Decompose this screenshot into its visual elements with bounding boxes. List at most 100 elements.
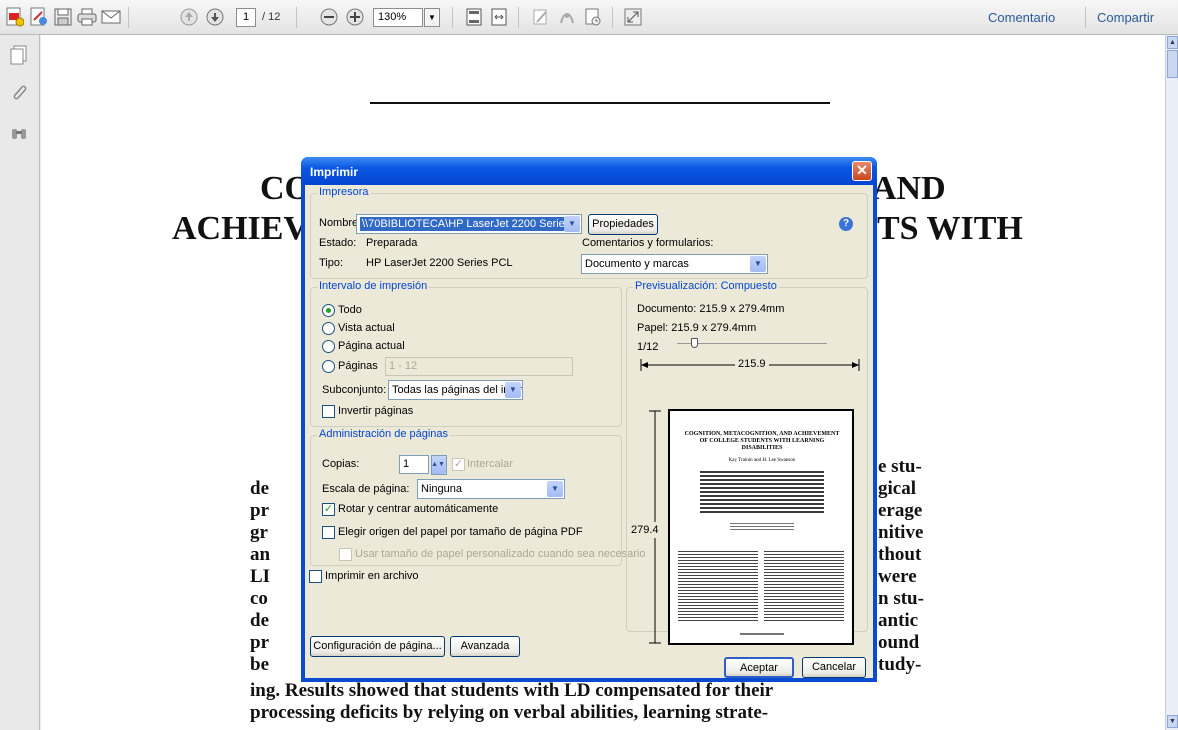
- body-text-fragment: co: [250, 588, 268, 609]
- fit-width-icon[interactable]: [488, 6, 510, 28]
- dialog-titlebar[interactable]: Imprimir ✕: [301, 157, 877, 185]
- page-scale-select[interactable]: Ninguna ▼: [417, 479, 565, 499]
- print-icon[interactable]: [76, 6, 98, 28]
- subset-select[interactable]: Todas las páginas del inter ▼: [388, 380, 523, 400]
- type-label: Tipo:: [319, 257, 344, 269]
- page-number-input[interactable]: 1: [236, 8, 256, 27]
- body-text-fragment: pr: [250, 500, 269, 521]
- body-text-fragment: nitive: [878, 522, 924, 543]
- search-icon[interactable]: [10, 125, 30, 145]
- body-text-fragment: ound: [878, 632, 920, 653]
- width-dimension: 215.9: [735, 358, 769, 370]
- range-all-label[interactable]: Todo: [338, 304, 362, 316]
- range-all-radio[interactable]: [322, 304, 335, 317]
- print-to-file-checkbox[interactable]: [309, 570, 322, 583]
- pages-icon[interactable]: [10, 45, 30, 65]
- autorotate-label[interactable]: Rotar y centrar automáticamente: [338, 503, 498, 515]
- choose-paper-source-checkbox[interactable]: [322, 526, 335, 539]
- collate-checkbox[interactable]: ✓: [452, 458, 465, 471]
- range-current-page-label[interactable]: Página actual: [338, 340, 405, 352]
- ok-button[interactable]: Aceptar: [724, 657, 794, 678]
- advanced-button[interactable]: Avanzada: [450, 636, 520, 657]
- full-screen-icon[interactable]: [622, 6, 644, 28]
- chevron-down-icon[interactable]: ▼: [750, 256, 766, 272]
- edit-icon[interactable]: [28, 6, 50, 28]
- properties-button[interactable]: Propiedades: [588, 214, 658, 235]
- scroll-up-icon[interactable]: ▲: [1167, 36, 1178, 49]
- vertical-scrollbar[interactable]: ▲ ▼: [1165, 35, 1178, 730]
- reverse-pages-label[interactable]: Invertir páginas: [338, 405, 413, 417]
- preview-column-right: [764, 551, 844, 623]
- document-title-fragment: AND: [872, 170, 946, 207]
- zoom-dropdown-icon[interactable]: ▼: [424, 8, 440, 27]
- toolbar-separator: [128, 7, 129, 28]
- subset-value: Todas las páginas del inter: [392, 384, 523, 396]
- copies-input[interactable]: 1: [399, 455, 429, 474]
- close-icon[interactable]: ✕: [852, 161, 872, 181]
- preview-title: COGNITION, METACOGNITION, AND ACHIEVEMEN…: [684, 431, 840, 451]
- preview-column-left: [678, 551, 758, 623]
- body-text-fragment: gr: [250, 522, 268, 543]
- height-dimension: 279.4: [631, 522, 659, 538]
- preview-page-indicator: 1/12: [637, 341, 659, 353]
- chevron-down-icon[interactable]: ▼: [505, 382, 521, 398]
- document-rule: [370, 102, 830, 104]
- comments-forms-label: Comentarios y formularios:: [582, 237, 714, 249]
- preview-page-slider[interactable]: [677, 338, 827, 348]
- type-value: HP LaserJet 2200 Series PCL: [366, 257, 513, 269]
- save-icon[interactable]: [52, 6, 74, 28]
- next-page-icon[interactable]: [204, 6, 226, 28]
- fit-page-icon[interactable]: [463, 6, 485, 28]
- scroll-thumb[interactable]: [1167, 50, 1178, 78]
- body-text-fragment: thout: [878, 544, 922, 565]
- reverse-pages-checkbox[interactable]: [322, 405, 335, 418]
- collate-label[interactable]: Intercalar: [467, 458, 513, 470]
- print-to-file-label[interactable]: Imprimir en archivo: [325, 570, 419, 582]
- copies-stepper[interactable]: ▲▼: [431, 455, 447, 475]
- pages-range-input[interactable]: 1 - 12: [385, 357, 573, 376]
- previous-page-icon[interactable]: [178, 6, 200, 28]
- zoom-out-icon[interactable]: [318, 6, 340, 28]
- printer-group-label: Impresora: [317, 186, 371, 198]
- create-pdf-icon[interactable]: [4, 6, 26, 28]
- zoom-in-icon[interactable]: [344, 6, 366, 28]
- custom-paper-size-label[interactable]: Usar tamaño de papel personalizado cuand…: [355, 548, 645, 560]
- print-range-group: Intervalo de impresión Todo Vista actual…: [310, 280, 622, 427]
- secure-icon[interactable]: [556, 6, 578, 28]
- page-setup-button[interactable]: Configuración de página...: [310, 636, 445, 657]
- range-pages-radio[interactable]: [322, 360, 335, 373]
- printer-name-label: Nombre:: [319, 217, 362, 229]
- slider-knob[interactable]: [691, 338, 698, 348]
- forms-icon[interactable]: [582, 6, 604, 28]
- attachments-icon[interactable]: [10, 83, 30, 103]
- status-value: Preparada: [366, 237, 418, 249]
- range-current-view-radio[interactable]: [322, 322, 335, 335]
- choose-paper-source-label[interactable]: Elegir origen del papel por tamaño de pá…: [338, 526, 583, 538]
- printer-name-select[interactable]: \\70BIBLIOTECA\HP LaserJet 2200 Series ▼: [356, 214, 582, 234]
- help-icon[interactable]: ?: [839, 217, 853, 231]
- toolbar-separator: [518, 7, 519, 28]
- dialog-title: Imprimir: [310, 165, 359, 179]
- share-link[interactable]: Compartir: [1097, 10, 1154, 25]
- range-pages-label[interactable]: Páginas: [338, 360, 378, 372]
- comments-forms-select[interactable]: Documento y marcas ▼: [581, 254, 768, 274]
- scroll-down-icon[interactable]: ▼: [1167, 715, 1178, 728]
- page-scale-value: Ninguna: [421, 483, 462, 495]
- stepper-icon[interactable]: ▲▼: [432, 456, 446, 474]
- comment-link[interactable]: Comentario: [988, 10, 1055, 25]
- document-title-fragment: TS WITH: [877, 210, 1023, 247]
- range-current-page-radio[interactable]: [322, 340, 335, 353]
- custom-paper-size-checkbox[interactable]: [339, 548, 352, 561]
- autorotate-checkbox[interactable]: ✓: [322, 503, 335, 516]
- body-text-fragment: tudy-: [878, 654, 922, 675]
- chevron-down-icon[interactable]: ▼: [564, 216, 580, 232]
- zoom-level-input[interactable]: 130%: [373, 8, 423, 27]
- email-icon[interactable]: [100, 6, 122, 28]
- chevron-down-icon[interactable]: ▼: [547, 481, 563, 497]
- print-dialog: Imprimir ✕ Impresora Nombre: \\70BIBLIOT…: [301, 157, 877, 682]
- range-current-view-label[interactable]: Vista actual: [338, 322, 395, 334]
- navigation-panel: [0, 35, 40, 730]
- printer-name-value: \\70BIBLIOTECA\HP LaserJet 2200 Series: [360, 217, 573, 231]
- cancel-button[interactable]: Cancelar: [802, 657, 866, 678]
- sign-icon[interactable]: [530, 6, 552, 28]
